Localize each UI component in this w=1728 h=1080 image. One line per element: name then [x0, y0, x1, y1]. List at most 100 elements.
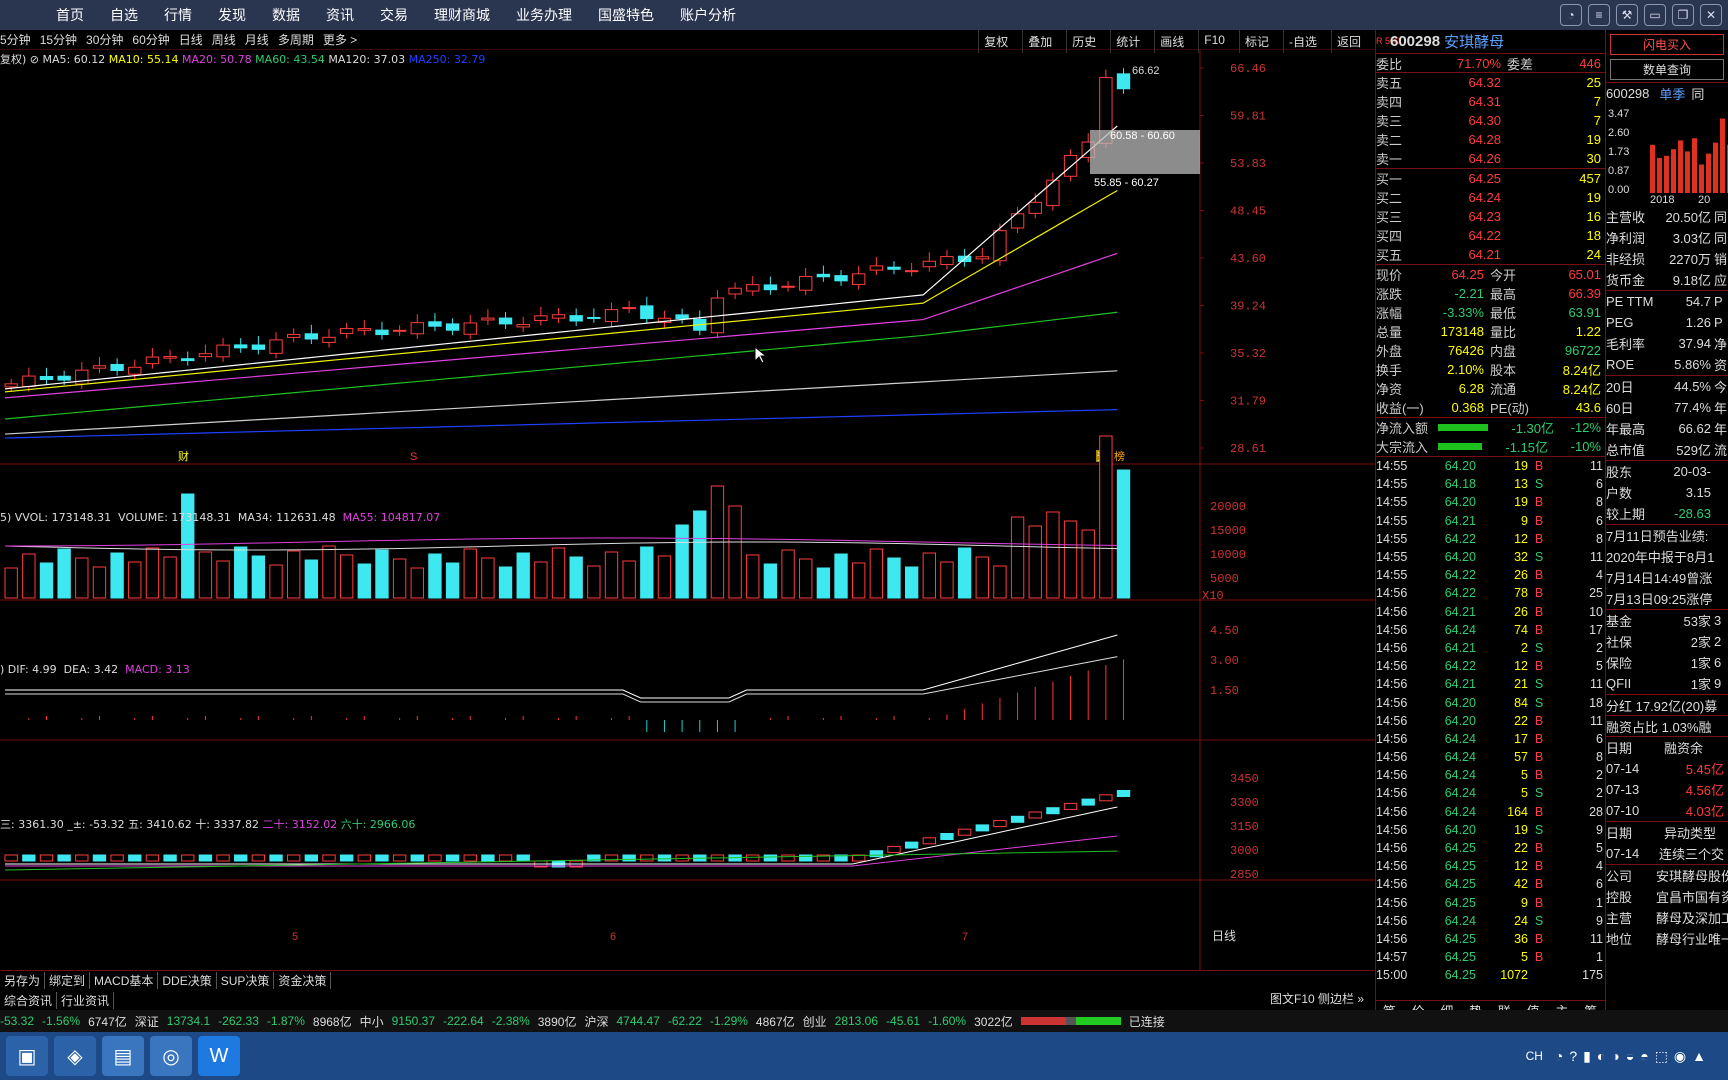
idx-10: 十: 3337.82 — [195, 818, 259, 831]
zx-amt: 3890亿 — [537, 1014, 577, 1029]
mini-bar — [1650, 144, 1655, 193]
chat-icon[interactable]: ◔ — [1560, 4, 1582, 26]
quote-label2: 今开 — [1490, 268, 1517, 283]
close-icon[interactable]: ✕ — [1700, 4, 1722, 26]
stock-name[interactable]: 安琪酵母 — [1444, 31, 1504, 52]
menu-item-0[interactable]: 首页 — [56, 5, 84, 25]
candle-body — [304, 333, 319, 340]
period-tab-5[interactable]: 周线 — [212, 31, 236, 48]
etab-th: 日期 — [1606, 826, 1633, 841]
app1-icon[interactable]: ▣ — [6, 1036, 48, 1076]
tick-side: S — [1534, 913, 1544, 928]
period-tab-1[interactable]: 15分钟 — [40, 31, 77, 48]
candle-body — [516, 324, 530, 328]
menu-icon[interactable]: ≡ — [1588, 4, 1610, 26]
ask-row[interactable]: 卖二 64.28 19 — [1376, 130, 1605, 149]
menu-item-2[interactable]: 行情 — [164, 5, 192, 25]
news-tab-0[interactable]: 综合资讯 — [0, 991, 58, 1009]
indicator-tab-4[interactable]: SUP决策 — [217, 972, 275, 989]
indicator-tab-0[interactable]: 另存为 — [0, 972, 46, 989]
minimize-icon[interactable]: ▭ — [1644, 4, 1666, 26]
sz-val: 13734.1 — [166, 1014, 211, 1028]
tick-side: S — [1534, 477, 1544, 492]
period-tab-8[interactable]: 更多 > — [323, 31, 357, 48]
period-tab-6[interactable]: 月线 — [245, 31, 269, 48]
tick-price: 64.20 — [1444, 495, 1476, 510]
val-extra: P — [1714, 315, 1723, 330]
bid-row[interactable]: 买三 64.23 16 — [1376, 207, 1605, 226]
restore-icon[interactable]: ❐ — [1672, 4, 1694, 26]
indicator-tab-3[interactable]: DDE决策 — [158, 972, 217, 989]
bid-row[interactable]: 买二 64.24 19 — [1376, 188, 1605, 207]
tick-time: 14:56 — [1376, 750, 1408, 765]
trading-app-icon[interactable]: ◎ — [150, 1036, 192, 1076]
tick-row: 14:55 64.20 19 B 11 — [1376, 457, 1605, 475]
index-candle — [304, 854, 319, 862]
price-axis-label: 35.32 — [1230, 347, 1266, 361]
bid-row[interactable]: 买五 64.21 24 — [1376, 245, 1605, 264]
index-axis-label: 3150 — [1230, 820, 1259, 834]
order-query-button[interactable]: 数单查询 — [1610, 59, 1724, 80]
app2-icon[interactable]: ◈ — [54, 1036, 96, 1076]
menu-item-1[interactable]: 自选 — [110, 5, 138, 25]
tick-side: B — [1534, 495, 1544, 510]
mtab-th: 融资余 — [1664, 741, 1704, 756]
indicator-tab-2[interactable]: MACD基本 — [90, 972, 159, 989]
volume-bar — [269, 564, 283, 599]
period-tab-2[interactable]: 30分钟 — [86, 31, 123, 48]
indicator-tab-5[interactable]: 资金决策 — [274, 972, 332, 989]
ma5-label: MA5: 60.12 — [42, 53, 106, 66]
menu-item-5[interactable]: 资讯 — [326, 5, 354, 25]
flow-bar — [1438, 424, 1488, 431]
menu-item-6[interactable]: 交易 — [380, 5, 408, 25]
bid-row[interactable]: 买四 64.22 18 — [1376, 226, 1605, 245]
wps-icon[interactable]: W — [198, 1036, 240, 1076]
ask-row[interactable]: 卖三 64.30 7 — [1376, 111, 1605, 130]
period-tab-3[interactable]: 60分钟 — [132, 31, 169, 48]
tick-row: 14:56 64.22 78 B 25 — [1376, 584, 1605, 602]
news-tab-1[interactable]: 行业资讯 — [57, 991, 115, 1009]
tick-price: 64.20 — [1444, 550, 1476, 565]
period-tab-4[interactable]: 日线 — [179, 31, 203, 48]
ime-indicator[interactable]: CH — [1526, 1049, 1543, 1063]
season-toggle[interactable]: 单季 — [1659, 84, 1685, 103]
menu-item-3[interactable]: 发现 — [218, 5, 246, 25]
settings-icon[interactable]: ⊘ — [30, 53, 43, 66]
tray-icons[interactable]: ◔?▮◐◑◒◓⬚◉▲ — [1555, 1048, 1712, 1065]
window-controls: ◔ ≡ ⚒ ▭ ❐ ✕ — [1560, 4, 1722, 26]
index-candle — [287, 854, 301, 862]
bid-row[interactable]: 买一 64.25 457 — [1376, 169, 1605, 188]
news-item[interactable]: 2020年中报于8月1 — [1606, 546, 1728, 567]
period-tab-0[interactable]: 5分钟 — [0, 31, 31, 48]
tick-volume: 36 — [1514, 931, 1528, 946]
menu-item-10[interactable]: 账户分析 — [680, 5, 736, 25]
menu-item-9[interactable]: 国盛特色 — [598, 5, 654, 25]
folder-icon[interactable]: ▤ — [102, 1036, 144, 1076]
kline-chart-area[interactable]: 66.46 59.81 53.83 48.45 43.60 39.24 35.32 31.79… — [0, 50, 1375, 970]
index-candle — [128, 854, 142, 862]
ask-row[interactable]: 卖一 64.26 30 — [1376, 149, 1605, 168]
ask-row[interactable]: 卖四 64.31 7 — [1376, 92, 1605, 111]
ask-row[interactable]: 卖五 64.32 25 — [1376, 73, 1605, 92]
tick-side: S — [1534, 550, 1544, 565]
menu-item-4[interactable]: 数据 — [272, 5, 300, 25]
news-tabs: 综合资讯 行业资讯 — [0, 990, 1375, 1010]
news-item[interactable]: 7月11日预告业绩: — [1606, 525, 1728, 546]
candle-body — [216, 344, 230, 358]
news-item[interactable]: 7月13日09:25涨停 — [1606, 588, 1728, 609]
menu-item-7[interactable]: 理财商城 — [434, 5, 490, 25]
sidebar-toggle[interactable]: 图文F10 侧边栏 » — [1270, 990, 1364, 1007]
tools-icon[interactable]: ⚒ — [1616, 4, 1638, 26]
ask-label: 卖三 — [1376, 114, 1403, 129]
etab-head: 日期 异动类型 — [1606, 822, 1728, 843]
menu-item-8[interactable]: 业务办理 — [516, 5, 572, 25]
period-tab-7[interactable]: 多周期 — [278, 31, 314, 48]
news-item[interactable]: 7月14日14:49曾涨 — [1606, 567, 1728, 588]
tick-list[interactable]: 14:55 64.20 19 B 11 14:55 64.18 13 S 6 14:55 64.20 1… — [1376, 457, 1605, 984]
indicator-tab-1[interactable]: 绑定到 — [45, 972, 91, 989]
flash-buy-button[interactable]: 闪电买入 — [1610, 34, 1724, 55]
volume-bar — [975, 556, 989, 599]
news-list[interactable]: 7月11日预告业绩: 2020年中报于8月1 7月14日14:49曾涨 7月13日09… — [1606, 524, 1728, 609]
corp-label: 公司 — [1606, 869, 1633, 884]
tick-count: 11 — [1590, 677, 1603, 692]
